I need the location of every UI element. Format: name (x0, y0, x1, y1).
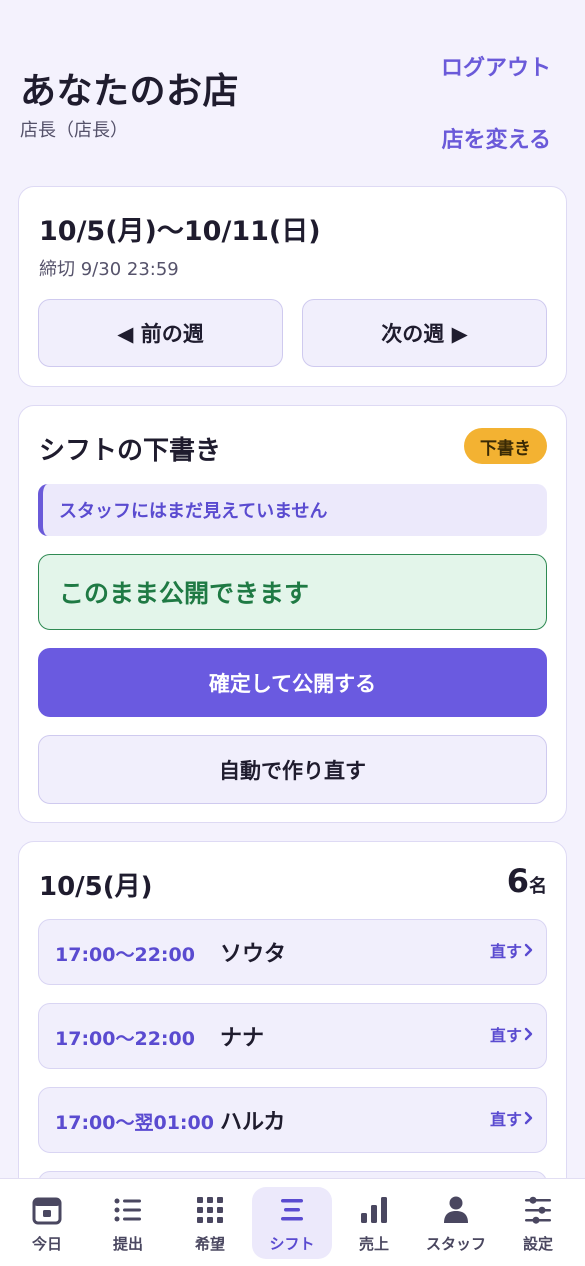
staff-name: ハルカ (220, 1110, 286, 1135)
nav-label: スタッフ (425, 1235, 486, 1253)
chevron-right-icon (524, 943, 533, 957)
list-icon (111, 1193, 145, 1227)
bar-chart-icon (357, 1193, 391, 1227)
submission-deadline: 締切 9/30 23:59 (39, 259, 179, 280)
nav-label: 売上 (358, 1235, 389, 1253)
user-role: 店長（店長） (20, 120, 128, 141)
shift-row[interactable]: 17:00〜22:00 ナナ 直す (38, 1003, 547, 1069)
prev-week-button[interactable]: ◀ 前の週 (38, 299, 283, 367)
sliders-icon (521, 1193, 555, 1227)
edit-shift-button[interactable]: 直す (490, 1106, 534, 1130)
edit-shift-button[interactable]: 直す (490, 1022, 534, 1046)
week-card: 10/5(月)〜10/11(日) 締切 9/30 23:59 ◀ 前の週 次の週… (18, 186, 567, 387)
nav-label: シフト (269, 1235, 315, 1253)
chevron-right-icon (524, 1027, 533, 1041)
day-date: 10/5(月) (39, 872, 153, 902)
next-week-button[interactable]: 次の週 ▶ (302, 299, 547, 367)
chevron-right-icon (524, 1111, 533, 1125)
app-screen: あなたのお店 店長（店長） ログアウト 店を変える 10/5(月)〜10/11(… (0, 0, 585, 1266)
shift-lines-icon (275, 1193, 309, 1227)
publish-ready-status: このまま公開できます (38, 554, 547, 630)
nav-requests[interactable]: 希望 (170, 1187, 250, 1259)
staff-count-unit: 名 (529, 876, 547, 897)
shift-row[interactable]: 17:00〜22:00 ソウタ 直す (38, 919, 547, 985)
staff-name: ナナ (220, 1026, 265, 1051)
person-icon (439, 1193, 473, 1227)
draft-status-badge: 下書き (464, 428, 547, 464)
nav-label: 提出 (112, 1235, 143, 1253)
publish-button[interactable]: 確定して公開する (38, 648, 547, 717)
edit-label: 直す (489, 1110, 522, 1129)
nav-label: 希望 (194, 1235, 225, 1253)
staff-count: 6名 (507, 862, 547, 900)
nav-submit[interactable]: 提出 (88, 1187, 168, 1259)
calendar-icon (30, 1193, 64, 1227)
draft-title: シフトの下書き (39, 436, 222, 466)
staff-count-number: 6 (506, 862, 529, 900)
shift-time: 17:00〜22:00 (55, 944, 195, 966)
shift-time: 17:00〜翌01:00 (55, 1112, 214, 1134)
bottom-nav: 今日 提出 希望 シフト 売上 スタッフ 設定 (0, 1178, 585, 1266)
shift-row[interactable]: 17:00〜翌01:00 ハルカ 直す (38, 1087, 547, 1153)
staff-name: ソウタ (220, 942, 287, 967)
nav-today[interactable]: 今日 (7, 1187, 87, 1259)
regenerate-button[interactable]: 自動で作り直す (38, 735, 547, 804)
visibility-notice: スタッフにはまだ見えていません (38, 484, 547, 536)
header: あなたのお店 店長（店長） ログアウト 店を変える (0, 0, 585, 180)
nav-settings[interactable]: 設定 (498, 1187, 578, 1259)
nav-shift[interactable]: シフト (252, 1187, 332, 1259)
shop-name: あなたのお店 (20, 71, 240, 112)
shift-time: 17:00〜22:00 (55, 1028, 195, 1050)
week-range: 10/5(月)〜10/11(日) (39, 216, 321, 247)
nav-label: 設定 (522, 1235, 553, 1253)
edit-label: 直す (489, 1026, 522, 1045)
edit-label: 直す (489, 942, 522, 961)
edit-shift-button[interactable]: 直す (490, 938, 534, 962)
nav-staff[interactable]: スタッフ (416, 1187, 496, 1259)
nav-label: 今日 (31, 1235, 62, 1253)
logout-link[interactable]: ログアウト (441, 50, 551, 82)
nav-sales[interactable]: 売上 (334, 1187, 414, 1259)
change-shop-link[interactable]: 店を変える (442, 122, 551, 154)
grid-icon (193, 1193, 227, 1227)
shift-draft-card: シフトの下書き 下書き スタッフにはまだ見えていません このまま公開できます 確… (18, 405, 567, 823)
